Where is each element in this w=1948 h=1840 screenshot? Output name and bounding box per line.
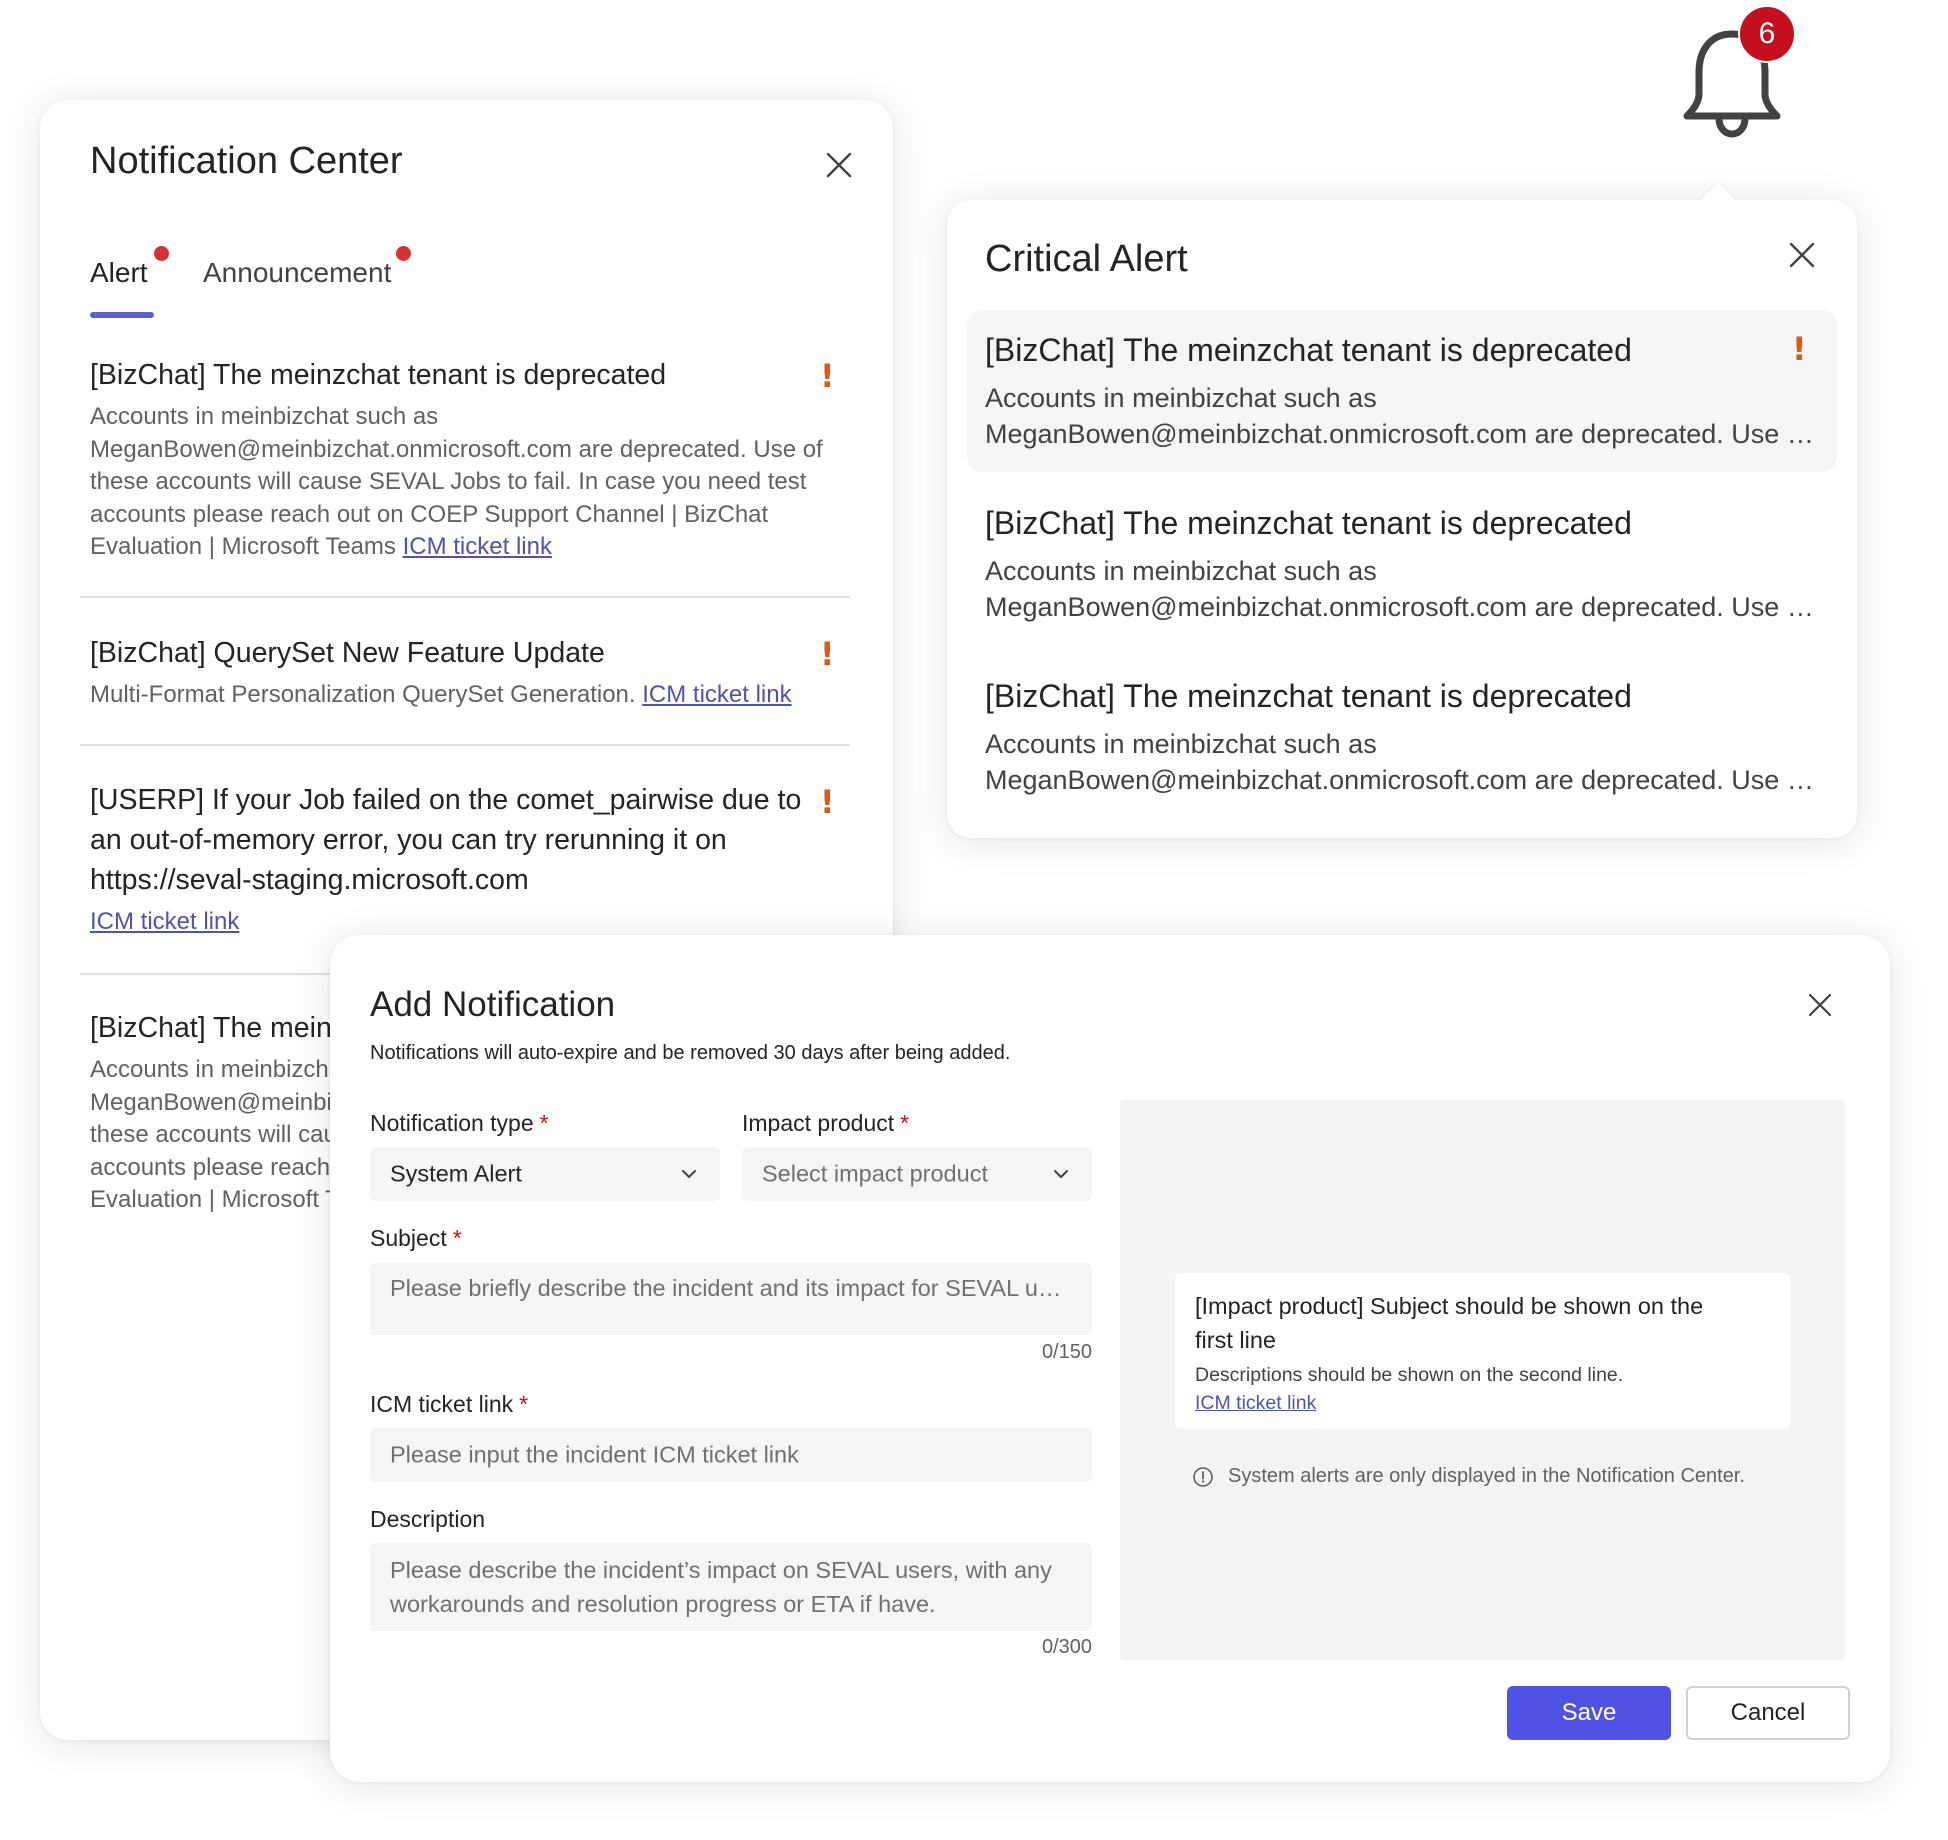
description-label: Description bbox=[370, 1506, 486, 1532]
save-button[interactable]: Save bbox=[1507, 1686, 1671, 1740]
preview-subject: [Impact product] Subject should be shown… bbox=[1195, 1293, 1704, 1353]
subject-label: Subject * bbox=[370, 1225, 462, 1252]
add-notification-title: Add Notification bbox=[370, 985, 616, 1024]
critical-alert-description-line: Accounts in meinbizchat such as bbox=[985, 383, 1377, 413]
impact-product-label-text: Impact product bbox=[742, 1110, 895, 1136]
popover-pointer bbox=[1699, 182, 1737, 220]
critical-alert-description: Accounts in meinbizchat such as MeganBow… bbox=[985, 726, 1820, 798]
required-mark: * bbox=[900, 1110, 910, 1136]
close-notification-center-icon[interactable] bbox=[822, 148, 856, 182]
required-mark: * bbox=[519, 1391, 529, 1417]
alert-important-icon: ! bbox=[1792, 330, 1807, 368]
tab-alert-label: Alert bbox=[90, 257, 148, 288]
tab-alert[interactable]: Alert bbox=[90, 257, 148, 289]
divider bbox=[80, 596, 850, 598]
subject-input[interactable]: Please briefly describe the incident and… bbox=[370, 1263, 1092, 1335]
description-placeholder: Please describe the incident’s impact on… bbox=[390, 1557, 1052, 1617]
icm-link-placeholder: Please input the incident ICM ticket lin… bbox=[390, 1441, 799, 1468]
alert-subject: [BizChat] QuerySet New Feature Update bbox=[90, 637, 605, 669]
notification-type-select[interactable]: System Alert bbox=[370, 1147, 720, 1201]
tab-alert-unread-dot bbox=[154, 246, 169, 261]
critical-alert-description-line: MeganBowen@meinbizchat.onmicrosoft.com a… bbox=[985, 765, 1820, 795]
icm-ticket-link[interactable]: ICM ticket link bbox=[642, 681, 791, 708]
alert-list-item[interactable]: [USERP] If your Job failed on the comet_… bbox=[90, 780, 840, 939]
close-critical-alert-icon[interactable] bbox=[1785, 238, 1819, 272]
critical-alert-description: Accounts in meinbizchat such as MeganBow… bbox=[985, 553, 1820, 625]
required-mark: * bbox=[452, 1225, 462, 1251]
chevron-down-icon bbox=[1054, 1170, 1068, 1178]
add-notification-subtitle: Notifications will auto-expire and be re… bbox=[370, 1042, 1011, 1064]
critical-alert-subject: [BizChat] The meinzchat tenant is deprec… bbox=[985, 505, 1632, 541]
alert-list-item[interactable]: [BizChat] The meinzchat tenant is deprec… bbox=[90, 355, 840, 564]
critical-alert-item[interactable]: [BizChat] The meinzchat tenant is deprec… bbox=[967, 656, 1837, 818]
cancel-button[interactable]: Cancel bbox=[1686, 1686, 1850, 1740]
critical-alert-subject: [BizChat] The meinzchat tenant is deprec… bbox=[985, 678, 1632, 714]
description-char-counter: 0/300 bbox=[1041, 1636, 1092, 1658]
description-textarea[interactable]: Please describe the incident’s impact on… bbox=[370, 1543, 1092, 1631]
notification-type-label: Notification type * bbox=[370, 1110, 549, 1137]
info-icon bbox=[1193, 1466, 1213, 1487]
tab-announcement-unread-dot bbox=[396, 246, 411, 261]
critical-alert-item[interactable]: [BizChat] The meinzchat tenant is deprec… bbox=[967, 310, 1837, 472]
alert-important-icon: ! bbox=[820, 783, 835, 821]
close-add-notification-icon[interactable] bbox=[1805, 990, 1835, 1020]
critical-alert-description-line: Accounts in meinbizchat such as bbox=[985, 729, 1377, 759]
divider bbox=[80, 744, 850, 746]
alert-subject: [BizChat] The meinzchat tenant is deprec… bbox=[90, 359, 667, 391]
alert-description: Multi-Format Personalization QuerySet Ge… bbox=[90, 679, 840, 712]
icm-link-label-text: ICM ticket link bbox=[370, 1391, 514, 1417]
icm-ticket-link[interactable]: ICM ticket link bbox=[403, 533, 552, 560]
notification-preview-area: [Impact product] Subject should be shown… bbox=[1120, 1100, 1845, 1660]
alert-description-text: Multi-Format Personalization QuerySet Ge… bbox=[90, 681, 636, 708]
tab-announcement[interactable]: Announcement bbox=[203, 257, 391, 289]
notification-type-value: System Alert bbox=[390, 1160, 522, 1187]
alert-description: Accounts in meinbizchat such as MeganBow… bbox=[90, 401, 840, 564]
notification-center-title: Notification Center bbox=[90, 140, 403, 182]
icm-link-input[interactable]: Please input the incident ICM ticket lin… bbox=[370, 1428, 1092, 1482]
chevron-down-icon bbox=[682, 1170, 696, 1178]
subject-char-counter: 0/150 bbox=[1041, 1341, 1092, 1363]
notification-count-badge: 6 bbox=[1738, 5, 1796, 63]
alert-important-icon: ! bbox=[820, 357, 835, 395]
add-notification-dialog: Add Notification Notifications will auto… bbox=[330, 935, 1890, 1782]
subject-label-text: Subject bbox=[370, 1225, 447, 1251]
critical-alert-popover: Critical Alert [BizChat] The meinzchat t… bbox=[947, 182, 1857, 838]
critical-alert-description-line: MeganBowen@meinbizchat.onmicrosoft.com a… bbox=[985, 592, 1820, 622]
alert-important-icon: ! bbox=[820, 635, 835, 673]
subject-placeholder: Please briefly describe the incident and… bbox=[390, 1275, 1072, 1301]
alert-description: ICM ticket link bbox=[90, 906, 840, 939]
preview-icm-ticket-link[interactable]: ICM ticket link bbox=[1195, 1392, 1316, 1414]
critical-alert-subject: [BizChat] The meinzchat tenant is deprec… bbox=[985, 332, 1632, 368]
critical-alert-description-line: Accounts in meinbizchat such as bbox=[985, 556, 1377, 586]
impact-product-select[interactable]: Select impact product bbox=[742, 1147, 1092, 1201]
alert-subject: [USERP] If your Job failed on the comet_… bbox=[90, 784, 802, 896]
preview-description-text: Descriptions should be shown on the seco… bbox=[1195, 1364, 1624, 1386]
preview-description: Descriptions should be shown on the seco… bbox=[1195, 1361, 1770, 1417]
critical-alert-description: Accounts in meinbizchat such as MeganBow… bbox=[985, 380, 1820, 452]
impact-product-placeholder: Select impact product bbox=[762, 1160, 988, 1187]
preview-info-text: System alerts are only displayed in the … bbox=[1228, 1465, 1745, 1487]
critical-alert-item[interactable]: [BizChat] The meinzchat tenant is deprec… bbox=[967, 483, 1837, 645]
preview-info-row: System alerts are only displayed in the … bbox=[1192, 1465, 1745, 1488]
selected-tab-indicator bbox=[90, 312, 154, 318]
notification-preview-card: [Impact product] Subject should be shown… bbox=[1175, 1273, 1790, 1429]
impact-product-label: Impact product * bbox=[742, 1110, 909, 1137]
required-mark: * bbox=[539, 1110, 549, 1136]
icm-link-label: ICM ticket link * bbox=[370, 1391, 528, 1418]
notification-type-label-text: Notification type bbox=[370, 1110, 534, 1136]
tab-announcement-label: Announcement bbox=[203, 257, 392, 288]
alert-list-item[interactable]: [BizChat] QuerySet New Feature Update Mu… bbox=[90, 633, 840, 712]
critical-alert-title: Critical Alert bbox=[985, 238, 1188, 280]
icm-ticket-link[interactable]: ICM ticket link bbox=[90, 908, 239, 935]
critical-alert-description-line: MeganBowen@meinbizchat.onmicrosoft.com a… bbox=[985, 419, 1820, 449]
